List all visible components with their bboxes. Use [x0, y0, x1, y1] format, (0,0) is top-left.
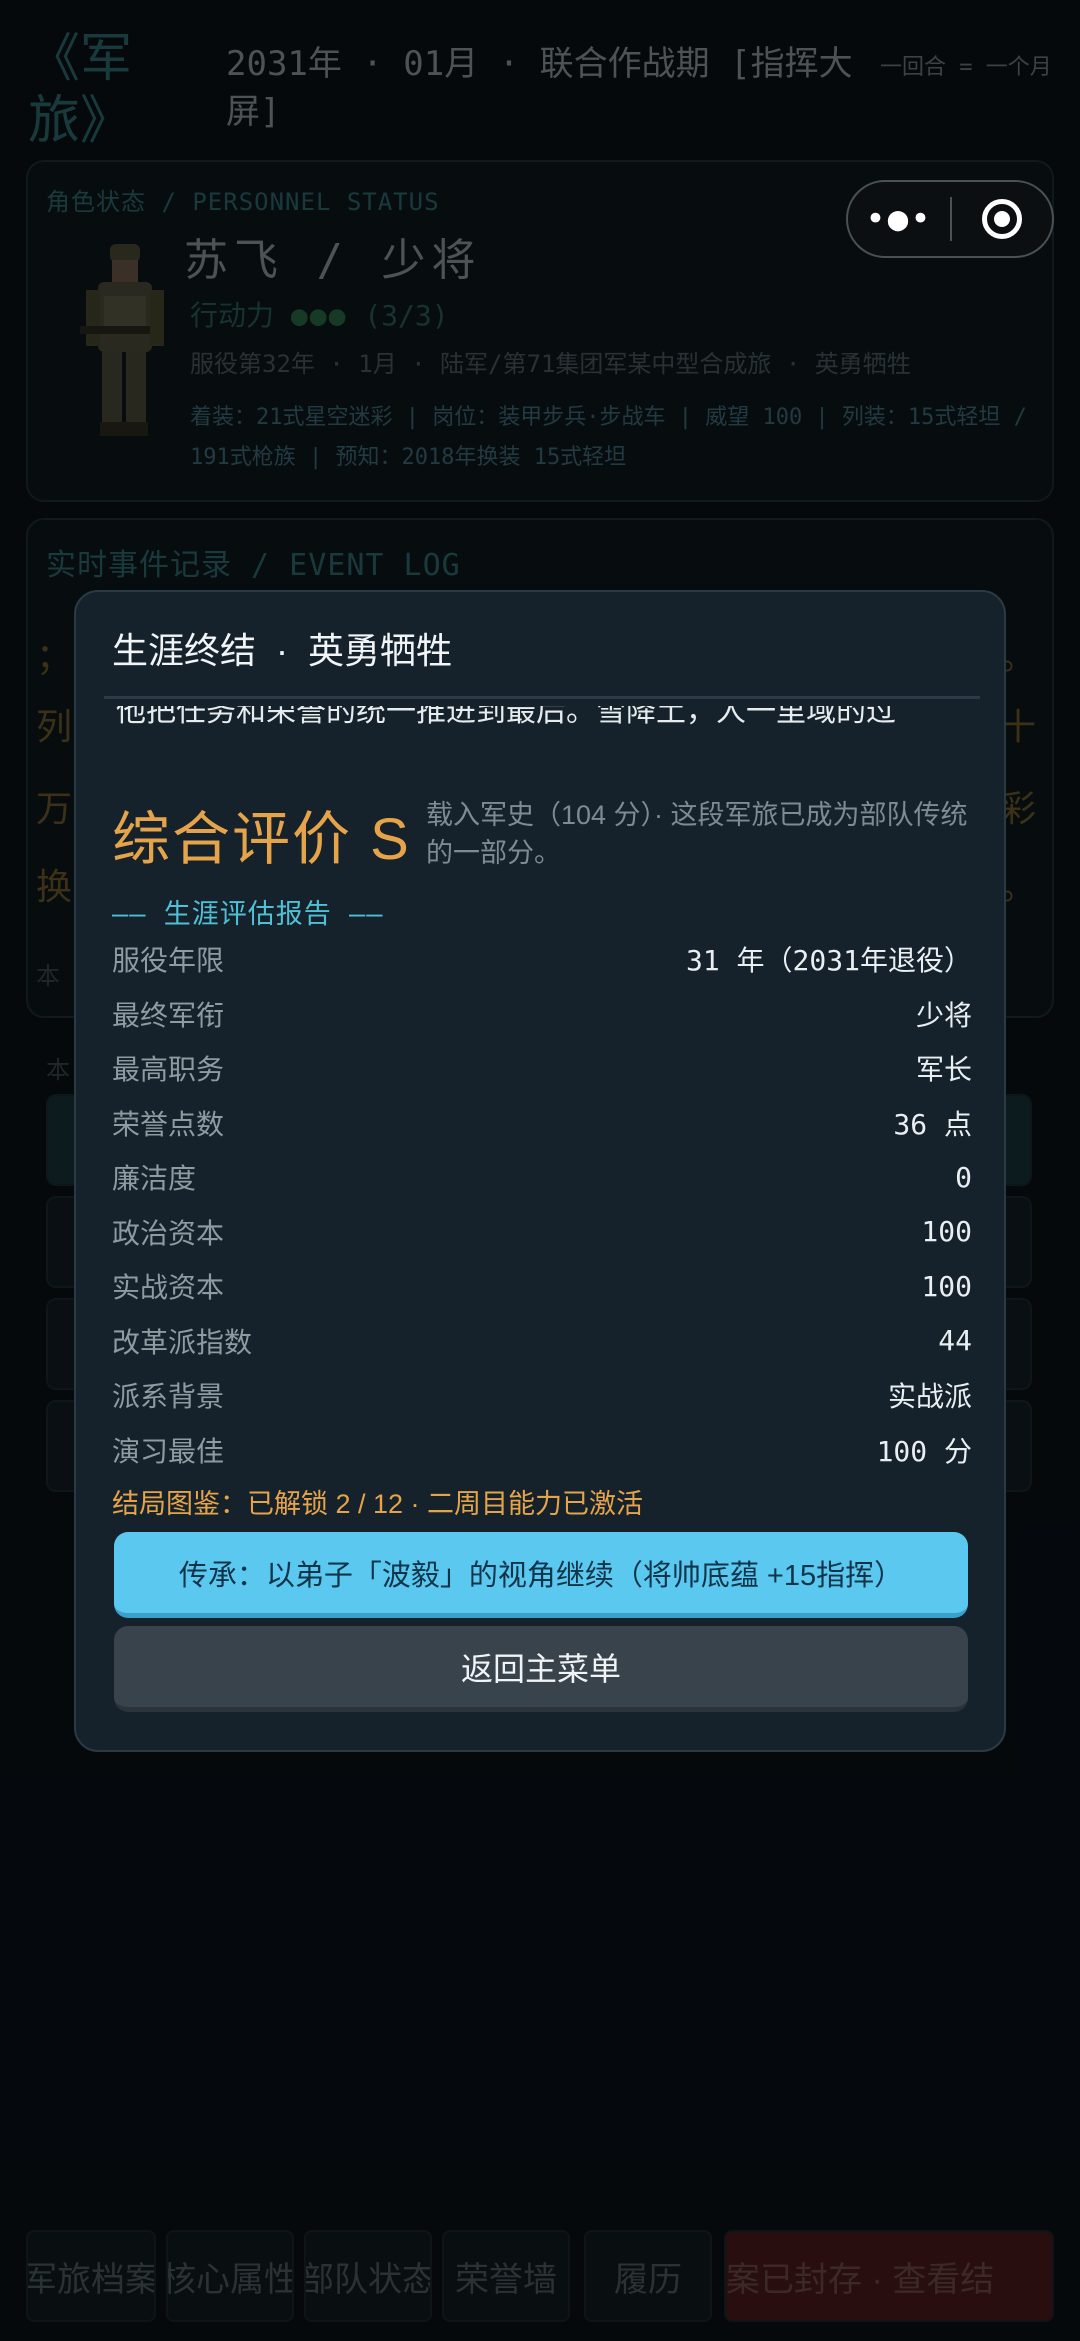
career-stats-list: 服役年限 31 年（2031年退役） 最终军衔 少将 最高职务 军长 荣誉点数 36 点…	[112, 932, 972, 1477]
stat-value: 少将	[915, 998, 972, 1032]
stat-key: 实战资本	[112, 1272, 225, 1304]
more-icon[interactable]: •●•	[848, 182, 950, 256]
stat-key: 派系背景	[112, 1381, 225, 1413]
report-heading: —— 生涯评估报告 ——	[112, 899, 384, 930]
divider	[104, 696, 980, 699]
stat-key: 最终军衔	[112, 999, 225, 1031]
career-end-modal: 生涯终结 · 英勇牺牲 他把任务和荣誉的统一推进到最后。雪降土，人一里域的过 综…	[74, 590, 1006, 1752]
stat-row: 服役年限 31 年（2031年退役）	[112, 932, 972, 987]
clipped-story-text: 他把任务和荣誉的统一推进到最后。雪降土，人一里域的过	[116, 706, 976, 744]
stat-value: 实战派	[887, 1380, 972, 1414]
stat-value: 军长	[915, 1053, 972, 1087]
stat-row: 荣誉点数 36 点	[112, 1096, 972, 1151]
stat-row: 实战资本 100	[112, 1259, 972, 1314]
stat-value: 0	[955, 1160, 972, 1194]
stat-row: 最高职务 军长	[112, 1041, 972, 1096]
stat-key: 荣誉点数	[112, 1108, 225, 1140]
modal-title: 生涯终结 · 英勇牺牲	[112, 630, 452, 671]
stat-value: 100	[921, 1215, 972, 1249]
stat-row: 改革派指数 44	[112, 1314, 972, 1369]
stat-row: 廉洁度 0	[112, 1150, 972, 1205]
stat-key: 廉洁度	[112, 1163, 197, 1195]
stat-key: 服役年限	[112, 945, 225, 977]
overall-grade-row: 综合评价 S 载入军史（104 分）· 这段军旅已成为部队传统的一部分。	[112, 792, 972, 882]
overall-grade: 综合评价 S	[112, 807, 411, 872]
stat-value: 100	[921, 1269, 972, 1303]
stat-row: 派系背景 实战派	[112, 1368, 972, 1423]
stat-value: 36 点	[893, 1107, 972, 1141]
return-main-menu-button[interactable]: 返回主菜单	[114, 1626, 968, 1712]
stat-value: 100 分	[876, 1434, 972, 1468]
stat-row: 演习最佳 100 分	[112, 1423, 972, 1478]
clipped-story-line: 他把任务和荣誉的统一推进到最后。雪降土，人一里域的过	[116, 706, 896, 728]
endings-unlocked: 结局图鉴：已解锁 2 / 12 · 二周目能力已激活	[112, 1489, 644, 1519]
stat-row: 最终军衔 少将	[112, 987, 972, 1042]
close-target-icon[interactable]	[952, 182, 1052, 256]
stat-key: 演习最佳	[112, 1435, 225, 1467]
grade-note: 载入军史（104 分）· 这段军旅已成为部队传统的一部分。	[426, 800, 968, 868]
stat-value: 31 年（2031年退役）	[685, 944, 972, 978]
stat-row: 政治资本 100	[112, 1205, 972, 1260]
mini-program-capsule: •●•	[846, 180, 1054, 258]
stat-key: 改革派指数	[112, 1326, 253, 1358]
stat-key: 最高职务	[112, 1054, 225, 1086]
inherit-continue-button[interactable]: 传承：以弟子「波毅」的视角继续（将帅底蕴 +15指挥）	[114, 1532, 968, 1618]
stat-key: 政治资本	[112, 1217, 225, 1249]
stat-value: 44	[938, 1324, 972, 1358]
